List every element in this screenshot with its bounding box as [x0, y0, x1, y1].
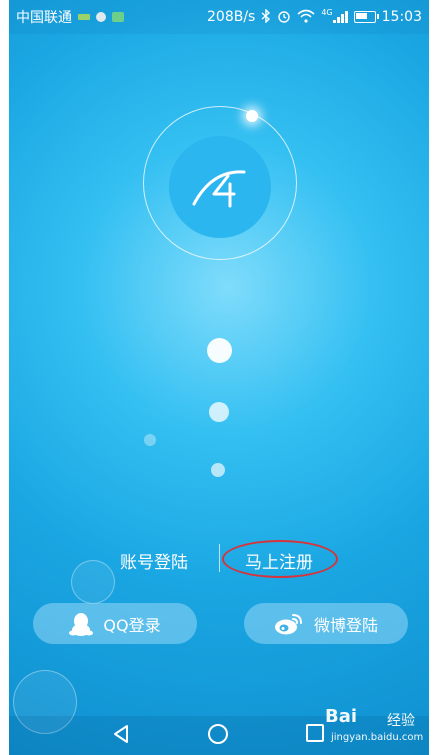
app-icon	[112, 12, 124, 22]
network-type: 4G	[321, 8, 333, 17]
qq-login-button[interactable]: QQ登录	[33, 603, 197, 644]
watermark-brand-cn: 经验	[387, 713, 415, 729]
annotation-circle	[222, 540, 338, 578]
qq-login-label: QQ登录	[103, 615, 161, 635]
bluetooth-icon	[261, 7, 271, 26]
decor-bubble	[207, 338, 232, 363]
account-login-link[interactable]: 账号登陆	[120, 548, 188, 573]
watermark-url: jingyan.baidu.com	[331, 732, 424, 743]
decor-bubble	[209, 402, 229, 422]
orbit-glow-dot	[246, 110, 258, 122]
watermark-brand: Bai	[325, 706, 358, 727]
weibo-login-button[interactable]: 微博登陆	[244, 603, 408, 644]
login-screen: 中国联通 208B/s 4G 15:03 账号登陆 马上注册 QQ登录 微博登陆…	[9, 0, 429, 755]
decor-bubble	[211, 463, 225, 477]
decor-bubble	[144, 434, 156, 446]
signal-icon: 4G	[321, 8, 348, 23]
auth-row: 账号登陆 马上注册	[9, 540, 429, 578]
weibo-login-label: 微博登陆	[313, 615, 378, 635]
home-icon[interactable]	[208, 724, 228, 744]
weibo-icon	[274, 613, 302, 634]
logo-mark-icon	[192, 170, 246, 208]
settings-dot-icon	[96, 12, 106, 22]
wifi-icon	[297, 9, 315, 26]
battery-icon	[353, 11, 379, 23]
status-bar: 中国联通 208B/s 4G 15:03	[9, 0, 429, 34]
alarm-icon	[277, 9, 291, 26]
baidu-jingyan-watermark: Bai 经验 jingyan.baidu.com	[319, 706, 429, 751]
status-time: 15:03	[381, 9, 422, 25]
sim-icon	[78, 14, 90, 20]
auth-divider	[219, 544, 220, 572]
carrier-label: 中国联通	[16, 10, 72, 26]
app-logo	[169, 136, 271, 238]
net-speed: 208B/s	[207, 9, 256, 25]
qq-icon	[69, 612, 94, 636]
back-icon[interactable]	[112, 724, 130, 748]
